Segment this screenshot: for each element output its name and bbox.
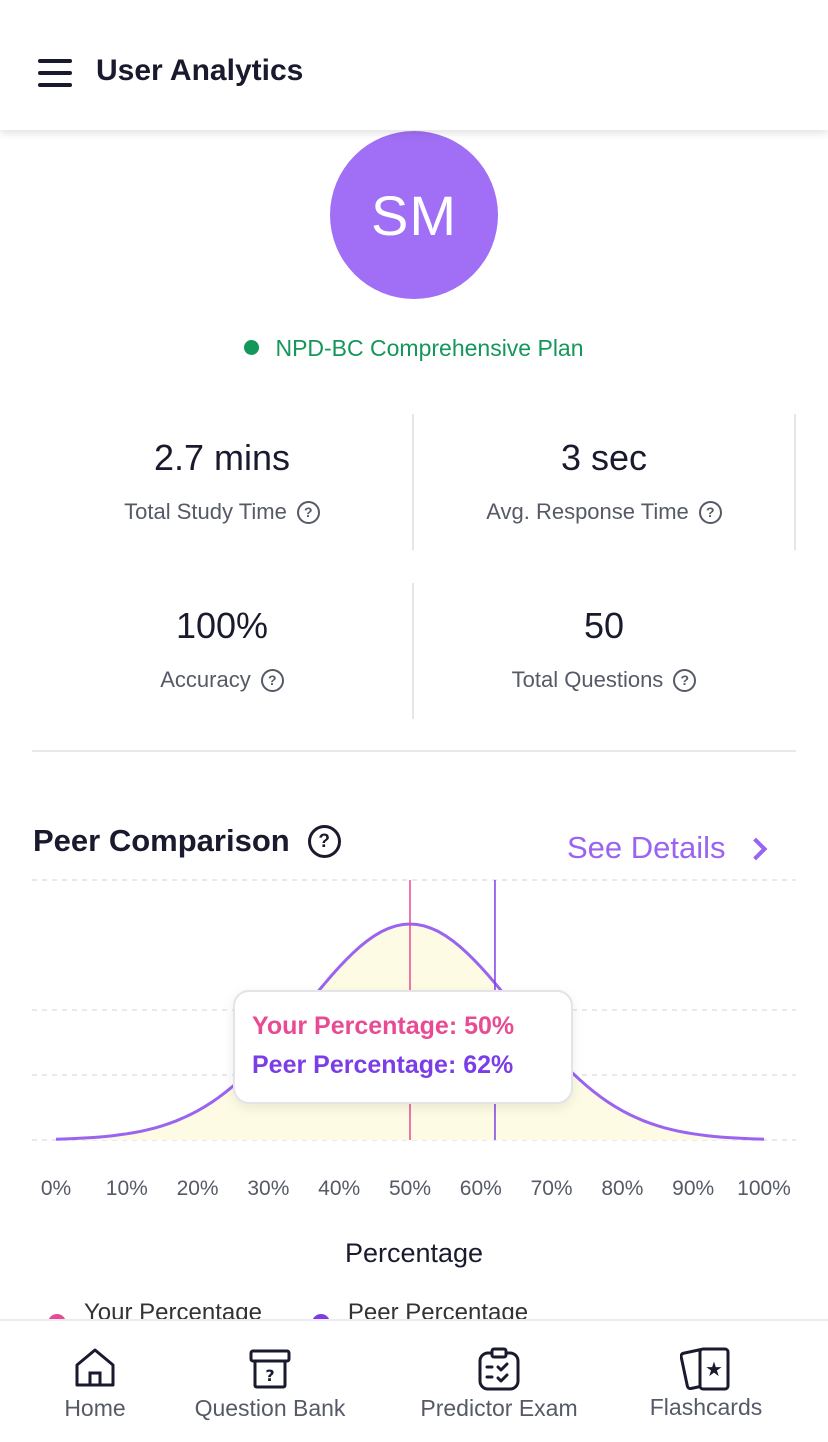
nav-flashcards[interactable]: ★ Flashcards [636, 1321, 776, 1441]
divider [794, 414, 796, 550]
stat-label: Accuracy [160, 667, 251, 692]
bottom-nav: Home ? Question Bank Predictor Exam ★ Fl… [0, 1319, 828, 1442]
avatar: SM [330, 131, 498, 299]
x-tick-label: 80% [601, 1177, 643, 1200]
divider [412, 414, 414, 550]
stat-label: Total Questions [511, 667, 664, 692]
chart-tooltip: Your Percentage: 50% Peer Percentage: 62… [233, 990, 573, 1104]
x-tick-label: 50% [389, 1177, 431, 1200]
stat-label: Avg. Response Time [486, 499, 689, 524]
plan-badge: NPD-BC Comprehensive Plan [0, 335, 828, 362]
page-title: User Analytics [96, 54, 304, 87]
status-dot-icon [244, 340, 260, 355]
stat-value: 50 [583, 605, 625, 646]
help-icon[interactable]: ? [296, 500, 320, 524]
svg-text:★: ★ [705, 1357, 723, 1381]
nav-home[interactable]: Home [40, 1321, 150, 1441]
legend-label: Your Percentage [84, 1300, 262, 1320]
nav-label: Home [64, 1395, 126, 1421]
legend-item-peer[interactable]: Peer Percentage [311, 1300, 529, 1320]
stat-total-study-time: 2.7 mins Total Study Time? [32, 437, 412, 525]
help-icon[interactable]: ? [673, 668, 697, 692]
clipboard-check-icon [478, 1347, 520, 1391]
x-tick-label: 40% [318, 1177, 360, 1200]
nav-question-bank[interactable]: ? Question Bank [180, 1321, 360, 1441]
stat-value: 2.7 mins [153, 437, 291, 478]
tooltip-your-percentage: Your Percentage: 50% [252, 1012, 515, 1040]
x-tick-label: 0% [41, 1177, 71, 1200]
flashcards-star-icon: ★ [680, 1347, 730, 1391]
x-axis-label: Percentage [344, 1238, 484, 1268]
plan-name: NPD-BC Comprehensive Plan [275, 335, 584, 361]
legend-label: Peer Percentage [347, 1300, 529, 1320]
x-tick-label: 70% [531, 1177, 573, 1200]
stat-total-questions: 50 Total Questions? [414, 605, 794, 693]
chevron-right-icon [744, 837, 767, 861]
nav-label: Question Bank [194, 1395, 346, 1421]
stat-label: Total Study Time [124, 499, 287, 524]
section-title: Peer Comparison ? [33, 823, 341, 859]
x-tick-label: 20% [177, 1177, 219, 1200]
stat-avg-response-time: 3 sec Avg. Response Time? [414, 437, 794, 525]
stat-value: 3 sec [560, 437, 648, 478]
nav-label: Predictor Exam [420, 1395, 578, 1421]
x-tick-label: 60% [460, 1177, 502, 1200]
nav-predictor-exam[interactable]: Predictor Exam [404, 1321, 594, 1441]
stat-accuracy: 100% Accuracy? [32, 605, 412, 693]
x-tick-label: 90% [672, 1177, 714, 1200]
help-icon[interactable]: ? [698, 500, 722, 524]
nav-label: Flashcards [649, 1394, 763, 1420]
x-tick-label: 100% [737, 1177, 791, 1200]
help-icon[interactable]: ? [260, 668, 284, 692]
x-tick-label: 10% [106, 1177, 148, 1200]
divider [412, 583, 414, 719]
peer-comparison-title: Peer Comparison [33, 823, 290, 858]
x-tick-label: 30% [247, 1177, 289, 1200]
chart-legend: Your Percentage Peer Percentage [48, 1300, 528, 1320]
section-divider [32, 750, 796, 752]
home-icon [75, 1348, 115, 1387]
stat-value: 100% [175, 605, 269, 646]
tooltip-peer-percentage: Peer Percentage: 62% [252, 1051, 514, 1079]
app-header: User Analytics [0, 0, 828, 130]
question-box-icon: ? [249, 1349, 291, 1389]
legend-item-your[interactable]: Your Percentage [48, 1300, 262, 1320]
see-details-link[interactable]: See Details [567, 830, 767, 866]
hamburger-menu-icon[interactable] [36, 57, 76, 91]
help-icon[interactable]: ? [307, 824, 341, 858]
see-details-label: See Details [567, 830, 726, 865]
svg-text:?: ? [265, 1366, 274, 1385]
